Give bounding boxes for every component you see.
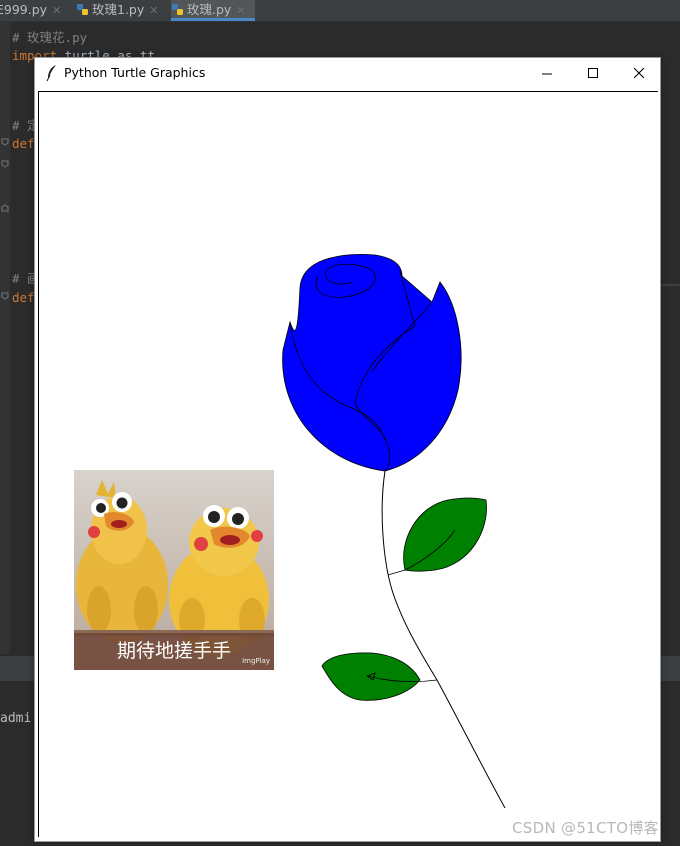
rose-petals: [282, 254, 462, 472]
rose-drawing: [282, 254, 506, 809]
rose-bloom: [282, 254, 462, 472]
watermark: CSDN @51CTO博客: [512, 819, 659, 837]
lower-leaf: [321, 652, 438, 701]
sticker-brand: ImgPlay: [242, 657, 270, 665]
meme-sticker: 期待地搓手手 ImgPlay: [74, 470, 274, 670]
upper-leaf: [387, 497, 487, 576]
